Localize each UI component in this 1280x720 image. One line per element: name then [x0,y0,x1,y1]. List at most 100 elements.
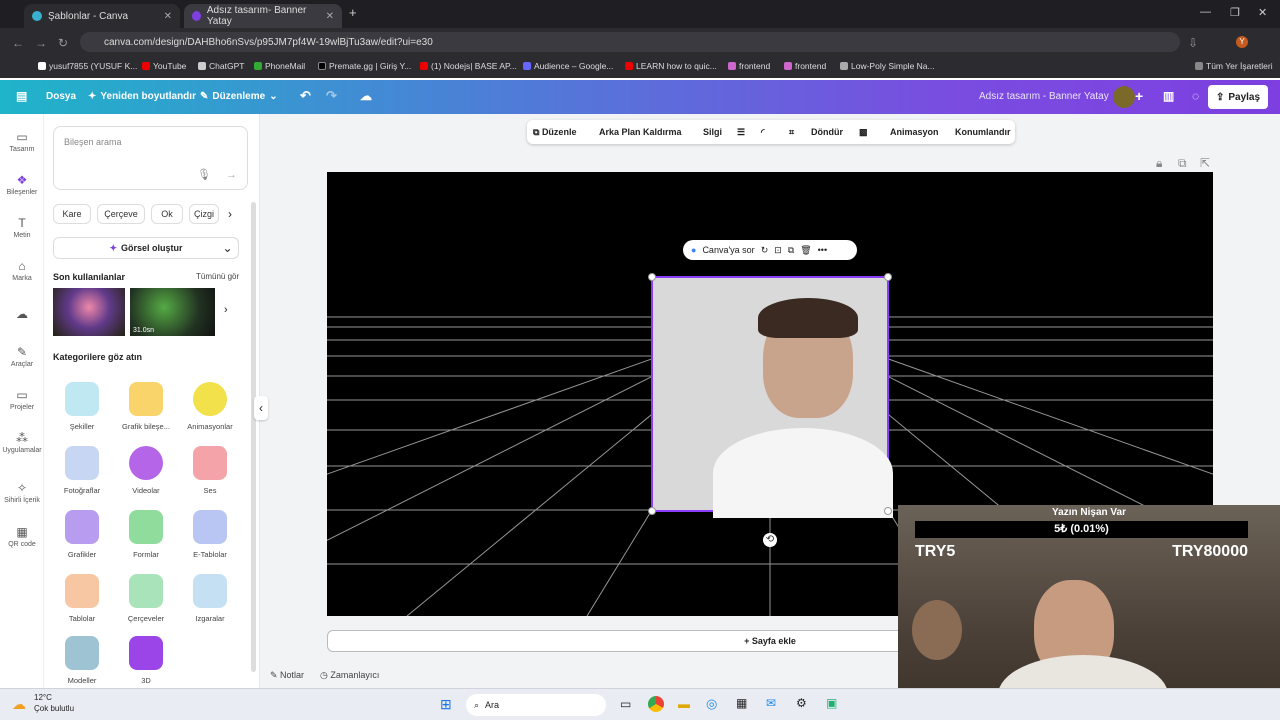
chevron-right-icon[interactable]: › [228,207,232,221]
rail-projects[interactable]: ▭ Projeler [0,388,44,411]
profile-avatar[interactable]: Y [1236,36,1248,48]
bookmark[interactable]: YouTube [142,61,186,71]
bg-remove-button[interactable]: Arka Plan Kaldırma [599,127,682,137]
chip-arrow[interactable]: Ok [151,204,183,224]
rail-brand[interactable]: ⌂ Marka [0,259,44,282]
reload-icon[interactable]: ↻ [58,36,68,50]
edit-image-button[interactable]: ⧉ Düzenle [533,127,576,138]
chip-square[interactable]: Kare [53,204,91,224]
bookmark[interactable]: frontend [728,61,770,71]
category-animations[interactable]: Animasyonlar [180,382,240,431]
more-icon[interactable]: ••• [818,245,827,255]
chrome-icon[interactable] [648,696,664,712]
bookmark[interactable]: frontend [784,61,826,71]
arrow-right-icon[interactable]: → [226,169,237,181]
comment-icon[interactable]: ◌ [1192,89,1199,103]
selected-photo[interactable] [648,273,893,518]
scrollbar[interactable] [251,202,256,672]
tab-templates[interactable]: Şablonlar - Canva ✕ [24,4,180,28]
bookmark[interactable]: Audience – Google... [523,61,613,71]
category-videos[interactable]: Videolar [116,446,176,495]
close-icon[interactable]: ✕ [164,11,172,22]
file-menu[interactable]: Dosya [46,91,76,102]
download-icon[interactable]: ⇩ [1188,36,1198,50]
transparency-icon[interactable]: ▩ [859,127,868,138]
chip-frame[interactable]: Çerçeve [97,204,145,224]
duplicate-page-icon[interactable]: ⧉ [1178,156,1187,171]
timer-button[interactable]: ◷ Zamanlayıcı [320,670,379,681]
rail-tools[interactable]: ✎ Araçlar [0,345,44,368]
recent-video-thumbnail[interactable]: 31.0sn [130,288,215,336]
rotate-button[interactable]: Döndür [811,127,843,137]
edge-icon[interactable]: ◎ [706,696,717,712]
rotate-handle-icon[interactable]: ⟲ [763,533,777,547]
rail-qr[interactable]: ▦ QR code [0,525,44,548]
resize-handle[interactable] [648,507,656,515]
bookmark[interactable]: yusuf7855 (YUSUF K... [38,61,137,71]
task-view-icon[interactable]: ▭ [620,697,631,711]
edit-mode-button[interactable]: ✎ Düzenleme ⌄ [200,91,278,102]
ask-canva-bar[interactable]: ● Canva'ya sor ↻ ⊡ ⧉ 🗑︎ ••• [683,240,857,260]
resize-button[interactable]: ✦ Yeniden boyutlandır [88,91,196,102]
category-frames[interactable]: Çerçeveler [116,574,176,623]
category-graphics[interactable]: Grafik bileşe... [116,382,176,431]
resize-handle[interactable] [648,273,656,281]
notes-button[interactable]: ✎ Notlar [270,670,304,681]
url-input[interactable]: canva.com/design/DAHBho6nSvs/p95JM7pf4W-… [80,32,1180,52]
chevron-right-icon[interactable]: › [224,304,228,316]
eraser-button[interactable]: Silgi [703,127,722,137]
category-forms[interactable]: Formlar [116,510,176,559]
add-person-icon[interactable]: + [1135,88,1143,104]
chevron-down-icon[interactable]: ⌄ [217,237,239,259]
category-audio[interactable]: Ses [180,446,240,495]
crop-icon[interactable]: ⌗ [789,127,794,138]
category-mockups[interactable]: Modeller [52,636,112,685]
category-tables[interactable]: Tablolar [52,574,112,623]
cloud-save-icon[interactable]: ☁ [360,89,372,103]
border-style-icon[interactable]: ☰ [737,127,745,138]
new-tab-button[interactable]: + [349,5,357,20]
generate-image-button[interactable]: ✦ Görsel oluştur [53,237,239,259]
recent-thumbnail[interactable] [53,288,125,336]
minimize-icon[interactable]: — [1200,6,1211,18]
category-photos[interactable]: Fotoğraflar [52,446,112,495]
close-icon[interactable]: ✕ [326,11,334,22]
category-charts[interactable]: Grafikler [52,510,112,559]
category-3d[interactable]: 3D [116,636,176,685]
sidebar-toggle-icon[interactable]: ▤ [16,89,27,103]
lock-icon[interactable]: 🔒︎ [1156,156,1162,171]
category-shapes[interactable]: Şekiller [52,382,112,431]
bookmark[interactable]: LEARN how to quic... [625,61,717,71]
category-grids[interactable]: Izgaralar [180,574,240,623]
close-window-icon[interactable]: ✕ [1258,6,1267,19]
rail-upload[interactable]: ☁ [0,307,44,323]
taskbar-search[interactable]: ⌕ Ara [466,694,606,716]
undo-icon[interactable]: ↶ [300,88,311,104]
bookmark[interactable]: ChatGPT [198,61,244,71]
add-page-icon[interactable]: ⇱ [1200,156,1210,170]
copy-icon[interactable]: ⧉ [788,245,794,256]
search-input[interactable]: Bileşen arama 🎙 → [53,126,248,190]
windows-start-icon[interactable]: ⊞ [440,696,452,713]
bookmark[interactable]: PhoneMail [254,61,305,71]
category-sheets[interactable]: E-Tablolar [180,510,240,559]
insights-icon[interactable]: ▥ [1163,89,1174,103]
bookmark[interactable]: Premate.gg | Giriş Y... [318,61,411,71]
trash-icon[interactable]: 🗑︎ [800,245,811,256]
resize-handle[interactable] [884,507,892,515]
refresh-icon[interactable]: ↻ [761,245,769,256]
store-icon[interactable]: ▦ [736,696,747,710]
lock-icon[interactable]: ⊡ [774,245,782,256]
back-icon[interactable]: ← [12,36,24,50]
rail-design[interactable]: ▭ Tasarım [0,130,44,153]
collapse-panel-icon[interactable]: ‹ [254,396,268,420]
design-title[interactable]: Adsız tasarım - Banner Yatay [979,91,1109,102]
redo-icon[interactable]: ↷ [326,88,337,104]
rail-apps[interactable]: ⁂ Uygulamalar [0,431,44,454]
rail-text[interactable]: T Metin [0,216,44,239]
app-icon[interactable]: ▣ [826,696,837,710]
rail-magic[interactable]: ✧ Sihirli İçerik [0,481,44,504]
restore-icon[interactable]: ❐ [1230,6,1240,19]
corner-radius-icon[interactable]: ◜ [761,127,765,138]
animate-button[interactable]: Animasyon [890,127,939,137]
